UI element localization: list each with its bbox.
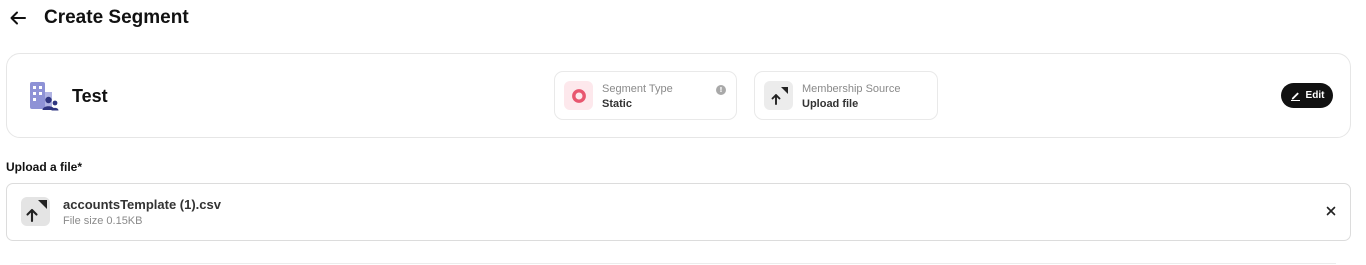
membership-source-label: Membership Source xyxy=(802,83,901,95)
segment-type-label: Segment Type xyxy=(602,83,673,95)
close-icon xyxy=(1326,206,1336,216)
edit-button[interactable]: Edit xyxy=(1281,83,1333,108)
remove-file-button[interactable] xyxy=(1324,204,1338,218)
membership-source-icon-box xyxy=(764,81,793,110)
membership-source-card: Membership Source Upload file xyxy=(754,71,938,120)
uploaded-file-name: accountsTemplate (1).csv xyxy=(63,197,221,212)
upload-file-icon xyxy=(771,86,788,105)
segment-name: Test xyxy=(72,86,108,106)
page-header: Create Segment xyxy=(0,0,1366,36)
uploaded-file-card: accountsTemplate (1).csv File size 0.15K… xyxy=(6,183,1351,241)
segment-summary-card: Test Segment Type Static ! Membership So… xyxy=(6,53,1351,138)
uploaded-file-icon-box xyxy=(21,197,50,226)
segment-type-icon-box xyxy=(564,81,593,110)
upload-file-icon xyxy=(26,200,47,223)
bottom-divider xyxy=(20,263,1336,264)
page-title: Create Segment xyxy=(44,7,189,28)
create-segment-page: Create Segment Test Segment Type Static xyxy=(0,0,1366,265)
arrow-left-icon xyxy=(10,11,26,25)
segment-type-value: Static xyxy=(602,98,632,110)
info-icon[interactable]: ! xyxy=(716,85,726,95)
edit-button-label: Edit xyxy=(1305,90,1325,101)
upload-file-label: Upload a file* xyxy=(6,160,83,174)
pencil-icon xyxy=(1290,92,1300,101)
uploaded-file-size: File size 0.15KB xyxy=(63,215,143,227)
segment-type-card: Segment Type Static ! xyxy=(554,71,737,120)
ring-icon xyxy=(571,88,586,103)
building-users-icon xyxy=(30,82,59,111)
membership-source-value: Upload file xyxy=(802,98,859,110)
back-button[interactable] xyxy=(8,8,28,28)
